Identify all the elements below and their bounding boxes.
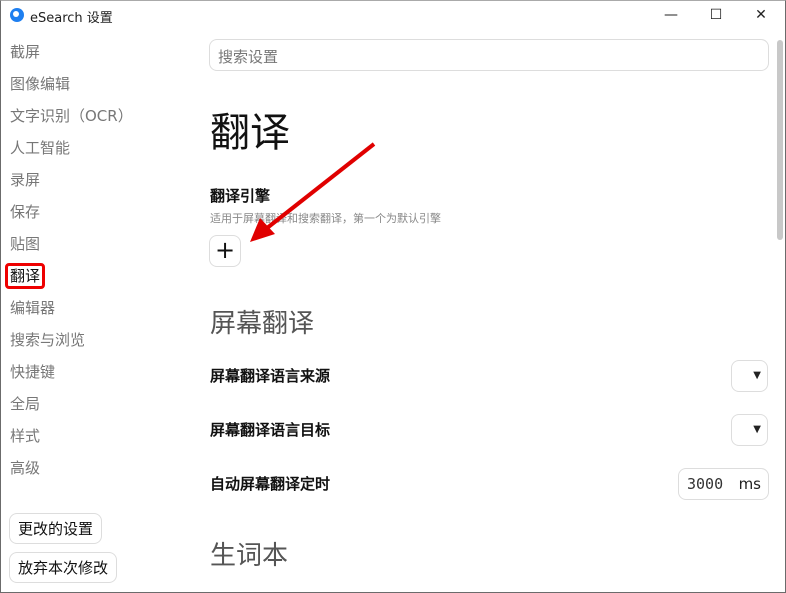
annotation-arrow-icon	[250, 142, 376, 242]
